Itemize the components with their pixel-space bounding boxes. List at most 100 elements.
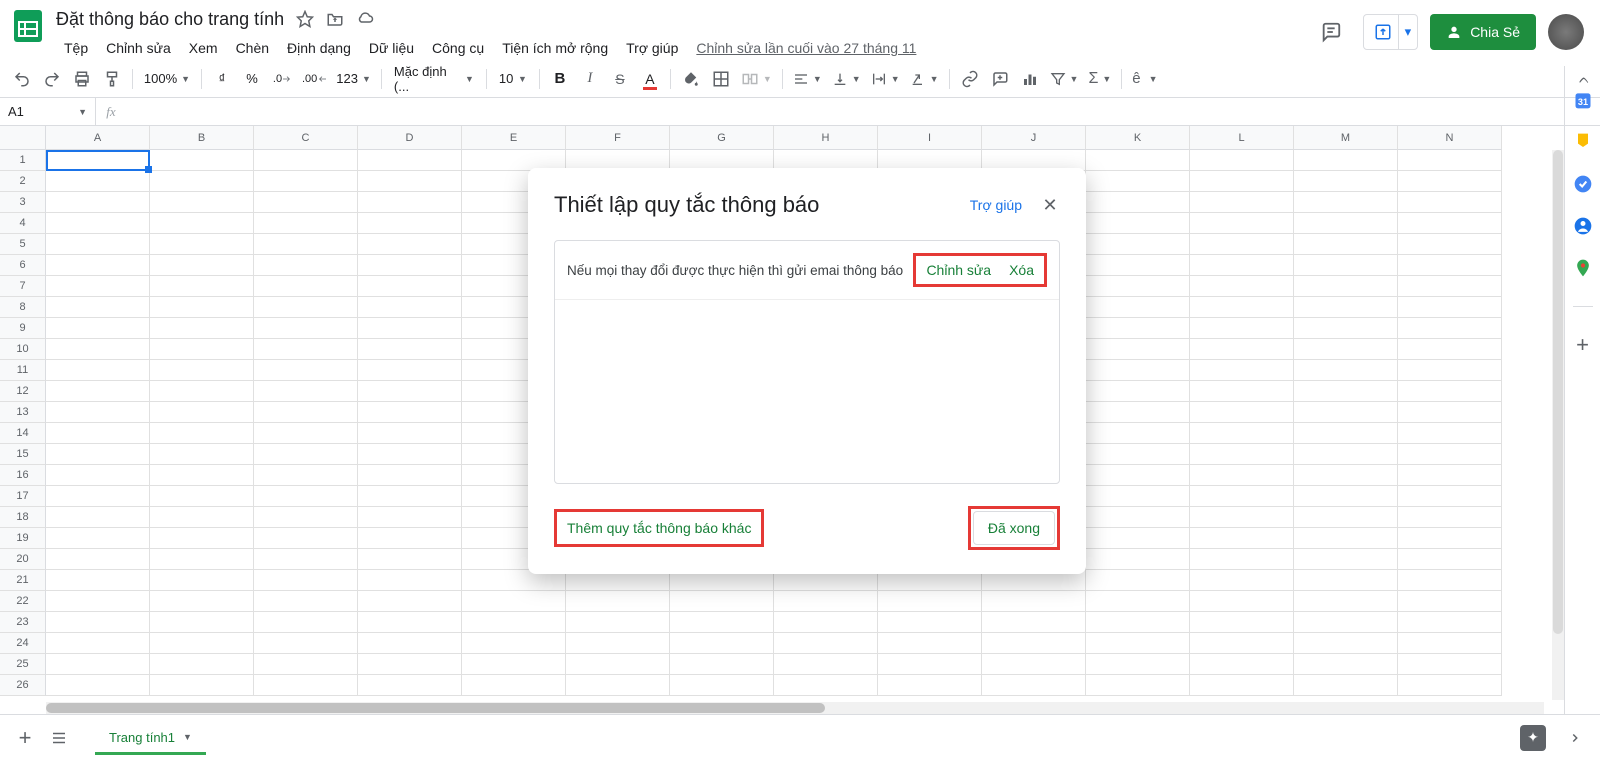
cell[interactable] (1190, 465, 1294, 486)
cell[interactable] (254, 444, 358, 465)
cell[interactable] (46, 255, 150, 276)
cell[interactable] (358, 654, 462, 675)
cell[interactable] (878, 675, 982, 696)
cell[interactable] (1190, 339, 1294, 360)
cell[interactable] (46, 591, 150, 612)
share-button[interactable]: Chia Sẻ (1430, 14, 1536, 50)
cell[interactable] (254, 675, 358, 696)
column-header[interactable]: B (150, 126, 254, 150)
redo-icon[interactable] (38, 65, 66, 93)
cell[interactable] (670, 654, 774, 675)
cell[interactable] (254, 234, 358, 255)
cell[interactable] (150, 255, 254, 276)
cell[interactable] (358, 339, 462, 360)
italic-icon[interactable]: I (576, 65, 604, 93)
row-header[interactable]: 5 (0, 234, 46, 255)
cell[interactable] (1086, 507, 1190, 528)
percent-button[interactable]: % (238, 65, 266, 93)
cell[interactable] (150, 276, 254, 297)
row-header[interactable]: 23 (0, 612, 46, 633)
text-color-icon[interactable]: A (636, 65, 664, 93)
cell[interactable] (1398, 633, 1502, 654)
cell[interactable] (46, 612, 150, 633)
number-format-dropdown[interactable]: 123▼ (332, 65, 375, 93)
cell[interactable] (150, 423, 254, 444)
cell[interactable] (462, 654, 566, 675)
cell[interactable] (1294, 171, 1398, 192)
cell[interactable] (1086, 318, 1190, 339)
cell[interactable] (46, 360, 150, 381)
cell[interactable] (1086, 234, 1190, 255)
print-icon[interactable] (68, 65, 96, 93)
cell[interactable] (1086, 465, 1190, 486)
cell[interactable] (1190, 528, 1294, 549)
cell[interactable] (254, 297, 358, 318)
text-rotation-icon[interactable]: ▼ (906, 65, 943, 93)
cell[interactable] (1398, 528, 1502, 549)
row-header[interactable]: 8 (0, 297, 46, 318)
cell[interactable] (1086, 255, 1190, 276)
add-addon-icon[interactable]: + (1573, 335, 1593, 355)
cell[interactable] (46, 192, 150, 213)
cell[interactable] (46, 423, 150, 444)
column-header[interactable]: C (254, 126, 358, 150)
cell[interactable] (358, 444, 462, 465)
row-header[interactable]: 1 (0, 150, 46, 171)
cell[interactable] (150, 675, 254, 696)
cell[interactable] (1398, 213, 1502, 234)
explore-button[interactable]: ✦ (1520, 725, 1546, 751)
currency-button[interactable]: ₫ (208, 65, 236, 93)
cell[interactable] (150, 234, 254, 255)
cell[interactable] (1190, 276, 1294, 297)
cell[interactable] (1294, 213, 1398, 234)
calendar-icon[interactable]: 31 (1573, 90, 1593, 110)
cell[interactable] (254, 549, 358, 570)
row-header[interactable]: 3 (0, 192, 46, 213)
cell[interactable] (358, 507, 462, 528)
cell[interactable] (774, 612, 878, 633)
cell[interactable] (46, 675, 150, 696)
cell[interactable] (254, 591, 358, 612)
cell[interactable] (46, 339, 150, 360)
cell[interactable] (46, 297, 150, 318)
cell[interactable] (150, 465, 254, 486)
cell[interactable] (1398, 255, 1502, 276)
cell[interactable] (1190, 633, 1294, 654)
cell[interactable] (1294, 402, 1398, 423)
row-header[interactable]: 2 (0, 171, 46, 192)
column-header[interactable]: L (1190, 126, 1294, 150)
select-all-corner[interactable] (0, 126, 46, 150)
cell[interactable] (46, 528, 150, 549)
insert-chart-icon[interactable] (1016, 65, 1044, 93)
column-header[interactable]: H (774, 126, 878, 150)
cell[interactable] (566, 654, 670, 675)
add-rule-button[interactable]: Thêm quy tắc thông báo khác (554, 509, 764, 547)
cell[interactable] (1190, 612, 1294, 633)
cell[interactable] (358, 192, 462, 213)
cell[interactable] (1398, 297, 1502, 318)
tasks-icon[interactable] (1573, 174, 1593, 194)
cell[interactable] (150, 528, 254, 549)
filter-icon[interactable]: ▼ (1046, 65, 1083, 93)
cell[interactable] (46, 234, 150, 255)
maps-icon[interactable] (1573, 258, 1593, 278)
cell[interactable] (1086, 486, 1190, 507)
account-avatar[interactable] (1548, 14, 1584, 50)
cell[interactable] (1294, 549, 1398, 570)
cell[interactable] (1086, 675, 1190, 696)
cell[interactable] (1398, 654, 1502, 675)
cell[interactable] (46, 402, 150, 423)
cell[interactable] (46, 549, 150, 570)
cell[interactable] (1190, 654, 1294, 675)
cell[interactable] (1294, 360, 1398, 381)
cell[interactable] (1086, 150, 1190, 171)
cell[interactable] (150, 171, 254, 192)
row-header[interactable]: 24 (0, 633, 46, 654)
cell[interactable] (1086, 528, 1190, 549)
cell[interactable] (1086, 423, 1190, 444)
insert-comment-icon[interactable] (986, 65, 1014, 93)
cell[interactable] (254, 507, 358, 528)
cell[interactable] (1398, 360, 1502, 381)
cell[interactable] (1294, 381, 1398, 402)
cell[interactable] (46, 150, 150, 171)
